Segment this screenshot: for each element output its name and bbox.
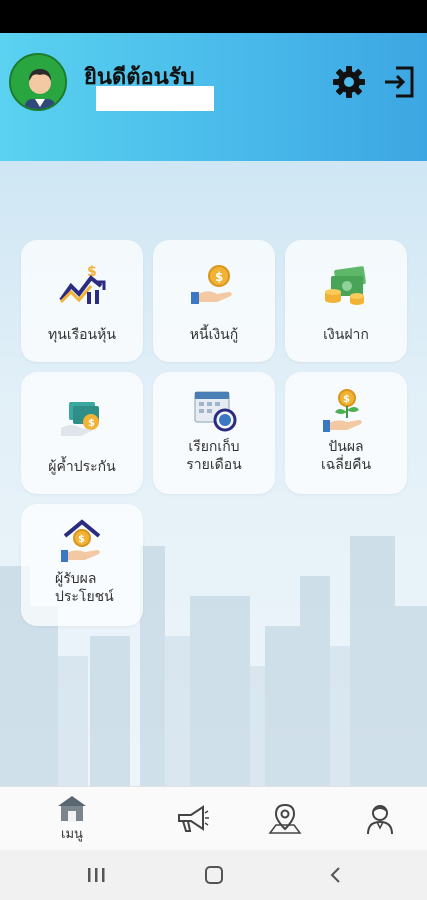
menu-tile-label: ผู้รับผล ประโยชน์	[55, 571, 114, 605]
bottom-navigation: เมนู	[0, 786, 427, 850]
svg-text:$: $	[215, 270, 223, 284]
home-square-icon	[205, 866, 223, 884]
map-pin-icon	[268, 803, 302, 834]
menu-tile-label: เงินฝาก	[323, 327, 369, 343]
app-header: ยินดีต้อนรับ	[0, 33, 427, 161]
home-system-button[interactable]	[199, 862, 229, 888]
gear-icon	[333, 66, 365, 98]
nav-home[interactable]: เมนู	[32, 787, 112, 851]
recent-apps-icon	[88, 868, 105, 882]
menu-tile-monthly-billing[interactable]: เรียกเก็บ รายเดือน	[153, 372, 275, 494]
menu-tile-guarantor[interactable]: $ ผู้ค้ำประกัน	[21, 372, 143, 494]
svg-text:$: $	[88, 418, 95, 429]
loan-coin-icon: $	[191, 265, 232, 304]
back-button[interactable]	[320, 862, 350, 888]
money-stack-icon	[325, 266, 366, 305]
menu-tile-label: ผู้ค้ำประกัน	[48, 459, 116, 475]
menu-tile-beneficiary[interactable]: $ ผู้รับผล ประโยชน์	[21, 504, 143, 626]
main-menu-area: $ ทุนเรือนหุ้น $ หนี้เงินกู้ เงินฝาก $ ผ…	[0, 161, 427, 786]
settings-button[interactable]	[330, 63, 368, 101]
system-navigation-bar	[0, 850, 427, 900]
nav-home-label: เมนู	[61, 827, 83, 842]
home-icon	[58, 796, 86, 821]
dividend-plant-icon: $	[323, 389, 362, 432]
svg-text:$: $	[78, 534, 85, 545]
logout-icon	[385, 66, 414, 98]
status-bar	[0, 0, 427, 33]
username-field	[96, 86, 214, 111]
back-chevron-icon	[330, 867, 340, 883]
profile-icon	[367, 805, 393, 835]
avatar[interactable]	[9, 53, 67, 111]
menu-tile-loan[interactable]: $ หนี้เงินกู้	[153, 240, 275, 362]
svg-text:$: $	[343, 394, 350, 405]
stock-chart-icon: $	[59, 264, 106, 304]
menu-tile-label: หนี้เงินกู้	[189, 327, 239, 343]
calendar-coin-icon	[194, 391, 237, 432]
recent-apps-button[interactable]	[81, 862, 111, 888]
menu-tile-label: เรียกเก็บ รายเดือน	[186, 439, 242, 473]
menu-tile-label: ทุนเรือนหุ้น	[48, 327, 116, 343]
menu-tile-dividend[interactable]: $ ปันผล เฉลี่ยคืน	[285, 372, 407, 494]
nav-location[interactable]	[245, 787, 325, 851]
megaphone-icon	[178, 805, 209, 832]
beneficiary-house-icon: $	[61, 519, 101, 562]
guarantor-icon: $	[61, 402, 99, 436]
menu-tile-label: ปันผล เฉลี่ยคืน	[320, 439, 372, 473]
nav-announcements[interactable]	[152, 787, 232, 851]
menu-tile-deposit[interactable]: เงินฝาก	[285, 240, 407, 362]
nav-profile[interactable]	[340, 787, 420, 851]
menu-tile-share-capital[interactable]: $ ทุนเรือนหุ้น	[21, 240, 143, 362]
logout-button[interactable]	[380, 63, 418, 101]
